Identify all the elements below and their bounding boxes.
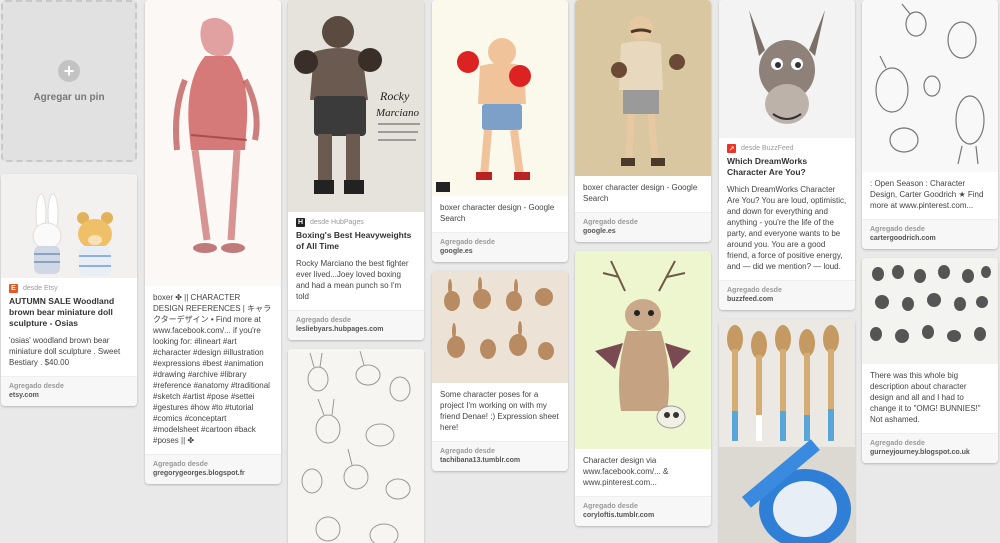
added-from-domain[interactable]: coryloftis.tumblr.com [583,512,703,519]
pin-description: Some character poses for a project I'm w… [432,383,568,442]
added-from-label: Agregado desde [727,287,782,294]
pin-card-bears[interactable]: E desde Etsy AUTUMN SALE Woodland brown … [1,174,137,406]
pin-title[interactable]: Which DreamWorks Character Are You? [719,153,855,178]
pin-description: Rocky Marciano the best fighter ever liv… [288,252,424,311]
pin-card-donkey[interactable]: ↗ desde BuzzFeed Which DreamWorks Charac… [719,0,855,310]
added-from-label: Agregado desde [9,383,64,390]
add-pin-button[interactable]: + Agregar un pin [1,0,137,162]
added-from-label: Agregado desde [440,448,495,455]
pin-card-boxer-color[interactable]: boxer character design - Google Search A… [432,0,568,262]
pin-image-boxer-mustache[interactable] [575,0,711,176]
pin-attribution[interactable]: Agregado desde gurneyjourney.blogspot.co… [862,434,998,463]
pin-card-boxer-sketch[interactable]: boxer ✤ || CHARACTER DESIGN REFERENCES |… [145,0,281,484]
pin-image-jackalope[interactable] [575,251,711,449]
pin-attribution[interactable]: Agregado desde buzzfeed.com [719,281,855,310]
pin-card-birds[interactable]: : Open Season : Character Design, Carter… [862,0,998,249]
pin-image-donkey[interactable] [719,0,855,138]
pin-attribution[interactable]: Agregado desde cartergoodrich.com [862,220,998,249]
added-from-label: Agregado desde [296,317,351,324]
pin-image-boxer-sketch[interactable] [145,0,281,286]
svg-text:Rocky: Rocky [379,89,410,103]
pin-description: 'osias' woodland brown bear miniature do… [1,329,137,377]
pin-card-boxer-mustache[interactable]: boxer character design - Google Search A… [575,0,711,242]
pin-image-rabbit-sketches[interactable] [288,349,424,543]
column-7: : Open Season : Character Design, Carter… [862,0,998,472]
pin-attribution[interactable]: Agregado desde etsy.com [1,377,137,406]
pin-card-bunny-poses[interactable]: Some character poses for a project I'm w… [432,271,568,471]
pin-card-bunnies[interactable]: There was this whole big description abo… [862,258,998,463]
pin-description: Which DreamWorks Character Are You? You … [719,178,855,281]
added-from-label: Agregado desde [870,440,925,447]
add-pin-label: Agregar un pin [33,91,105,103]
column-4: boxer character design - Google Search A… [432,0,568,480]
added-from-label: Agregado desde [870,226,925,233]
added-from-domain[interactable]: gurneyjourney.blogspot.co.uk [870,449,990,456]
pin-source-label: desde Etsy [23,285,58,292]
column-1: + Agregar un pin E desde Etsy AUTUMN SAL… [1,0,137,415]
svg-text:Marciano: Marciano [375,107,419,119]
pin-image-rocky[interactable]: Rocky Marciano [288,0,424,212]
added-from-domain[interactable]: google.es [440,248,560,255]
pin-card-jackalope[interactable]: Character design via www.facebook.com/..… [575,251,711,526]
pin-image-boxer-color[interactable] [432,0,568,196]
pin-card-rabbit-sketches[interactable] [288,349,424,543]
added-from-label: Agregado desde [583,219,638,226]
pin-image-bunnies[interactable] [862,258,998,364]
pin-description: boxer ✤ || CHARACTER DESIGN REFERENCES |… [145,286,281,455]
pin-source-label: desde BuzzFeed [741,145,794,152]
added-from-domain[interactable]: tachibana13.tumblr.com [440,457,560,464]
added-from-label: Agregado desde [440,239,495,246]
pin-attribution[interactable]: Agregado desde lesliebyars.hubpages.com [288,311,424,340]
pin-board: + Agregar un pin E desde Etsy AUTUMN SAL… [0,0,1000,543]
etsy-icon: E [9,284,18,293]
pin-description: boxer character design - Google Search [432,196,568,233]
column-2: boxer ✤ || CHARACTER DESIGN REFERENCES |… [145,0,281,493]
pin-card-spoons[interactable] [719,319,855,543]
added-from-domain[interactable]: cartergoodrich.com [870,235,990,242]
pin-image-spoons[interactable] [719,319,855,543]
column-3: Rocky Marciano H desde HubPages Boxing's… [288,0,424,543]
pin-attribution[interactable]: Agregado desde coryloftis.tumblr.com [575,497,711,526]
pin-description: Character design via www.facebook.com/..… [575,449,711,497]
pin-attribution[interactable]: Agregado desde tachibana13.tumblr.com [432,442,568,471]
pin-source[interactable]: ↗ desde BuzzFeed [719,138,855,153]
added-from-domain[interactable]: google.es [583,228,703,235]
pin-source[interactable]: E desde Etsy [1,278,137,293]
buzzfeed-icon: ↗ [727,144,736,153]
pin-image-bears[interactable] [1,174,137,278]
added-from-domain[interactable]: lesliebyars.hubpages.com [296,326,416,333]
pin-source[interactable]: H desde HubPages [288,212,424,227]
pin-description: : Open Season : Character Design, Carter… [862,172,998,220]
pin-description: There was this whole big description abo… [862,364,998,434]
pin-attribution[interactable]: Agregado desde google.es [575,213,711,242]
pin-title[interactable]: Boxing's Best Heavyweights of All Time [288,227,424,252]
pin-source-label: desde HubPages [310,219,364,226]
plus-icon: + [58,59,80,82]
hubpages-icon: H [296,218,305,227]
pin-attribution[interactable]: Agregado desde gregorygeorges.blogspot.f… [145,455,281,484]
added-from-domain[interactable]: gregorygeorges.blogspot.fr [153,470,273,477]
pin-image-birds[interactable] [862,0,998,172]
pin-title[interactable]: AUTUMN SALE Woodland brown bear miniatur… [1,293,137,329]
added-from-label: Agregado desde [153,461,208,468]
added-from-label: Agregado desde [583,503,638,510]
added-from-domain[interactable]: buzzfeed.com [727,296,847,303]
column-5: boxer character design - Google Search A… [575,0,711,535]
column-6: ↗ desde BuzzFeed Which DreamWorks Charac… [719,0,855,543]
pin-card-rocky[interactable]: Rocky Marciano H desde HubPages Boxing's… [288,0,424,340]
added-from-domain[interactable]: etsy.com [9,392,129,399]
pin-attribution[interactable]: Agregado desde google.es [432,233,568,262]
pin-image-bunny-poses[interactable] [432,271,568,383]
pin-description: boxer character design - Google Search [575,176,711,213]
